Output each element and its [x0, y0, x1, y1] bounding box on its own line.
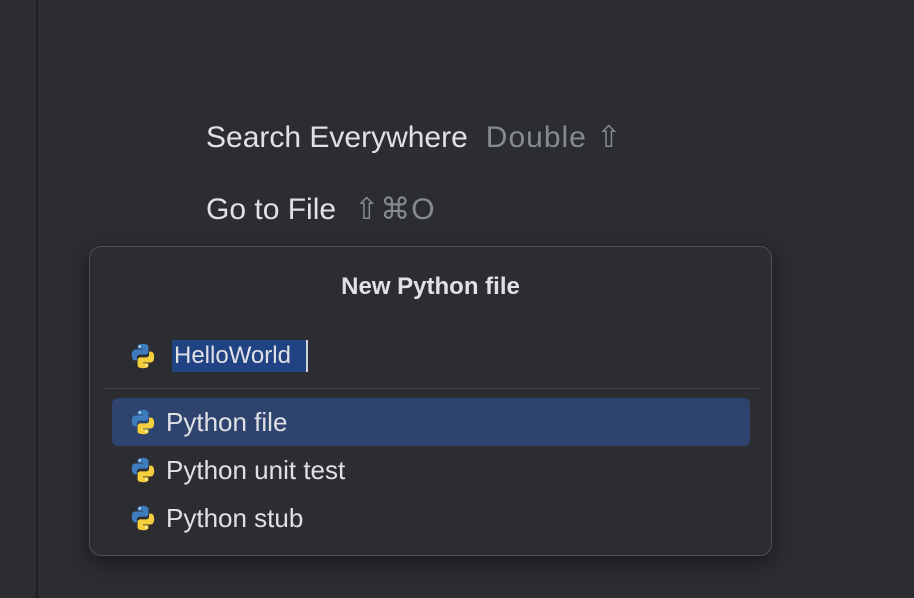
template-label: Python stub — [166, 503, 304, 533]
python-icon — [128, 503, 158, 533]
template-item-python-stub[interactable]: Python stub — [112, 494, 750, 542]
hint-go-to-file: Go to File ⇧⌘O — [206, 190, 436, 230]
template-label: Python unit test — [166, 455, 346, 485]
hint-shortcut: Double ⇧ — [485, 121, 623, 154]
template-item-python-file[interactable]: Python file — [112, 398, 750, 446]
hint-label: Search Everywhere — [206, 121, 468, 154]
template-item-python-unit-test[interactable]: Python unit test — [112, 446, 750, 494]
popup-title: New Python file — [341, 273, 520, 300]
new-python-file-popup: New Python file Python file — [89, 246, 772, 556]
python-icon — [128, 407, 158, 437]
hint-shortcut: ⇧⌘O — [354, 193, 436, 226]
template-list: Python file Python unit test Python stub — [112, 398, 750, 542]
python-icon — [128, 455, 158, 485]
separator — [104, 388, 760, 389]
gutter-divider — [36, 0, 38, 598]
hint-search-everywhere: Search Everywhere Double ⇧ — [206, 118, 622, 158]
hint-label: Go to File — [206, 193, 337, 226]
file-name-field — [128, 337, 748, 375]
python-icon — [128, 341, 158, 371]
template-label: Python file — [166, 407, 288, 437]
file-name-input[interactable] — [172, 340, 308, 372]
